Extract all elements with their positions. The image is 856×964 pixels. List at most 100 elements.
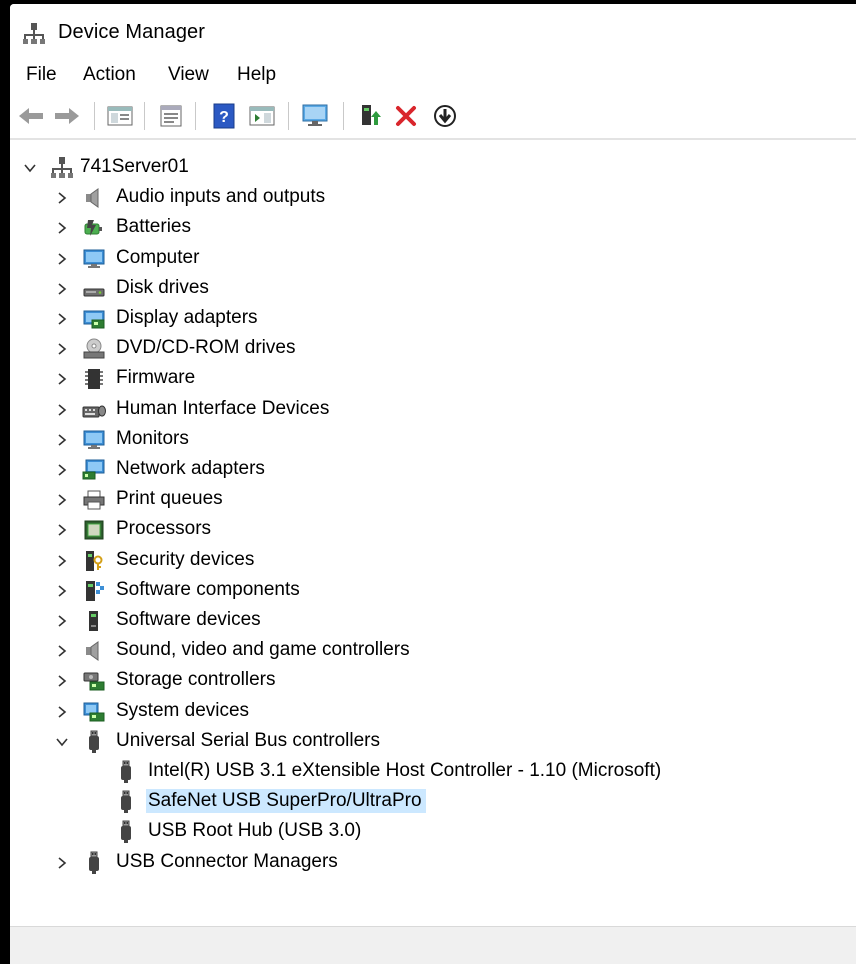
chevron-right-icon (58, 373, 67, 386)
menu-view[interactable]: View (168, 62, 209, 88)
expand-toggle[interactable] (54, 281, 70, 297)
chevron-right-icon (58, 585, 67, 597)
forward-button[interactable] (52, 101, 82, 131)
expand-toggle[interactable] (54, 492, 70, 508)
tree-category[interactable]: Print queues (10, 486, 856, 514)
tree-item-label: Firmware (116, 367, 196, 389)
tree-category[interactable]: Storage controllers (10, 667, 856, 695)
expand-toggle[interactable] (54, 251, 70, 267)
chevron-right-icon (58, 313, 67, 325)
tree-category[interactable]: Audio inputs and outputs (10, 184, 856, 212)
help-icon: ? (213, 103, 235, 129)
tree-device[interactable]: SafeNet USB SuperPro/UltraPro (10, 788, 856, 816)
tree-category[interactable]: Monitors (10, 426, 856, 454)
expand-toggle[interactable] (54, 462, 70, 478)
tree-item-label: DVD/CD-ROM drives (116, 337, 296, 359)
tree-category[interactable]: Human Interface Devices (10, 396, 856, 424)
tree-root[interactable]: 741Server01 (10, 154, 856, 182)
tree-item-label: Software devices (116, 609, 261, 630)
tree-item-label: SafeNet USB SuperPro/UltraPro (146, 789, 426, 814)
usb-icon (89, 730, 99, 753)
expand-toggle[interactable] (22, 160, 38, 176)
tree-device[interactable]: USB Root Hub (USB 3.0) (10, 818, 856, 846)
monitor-icon (82, 428, 106, 452)
scan-hardware-icon (302, 104, 328, 126)
tree-item-label: Human Interface Devices (116, 397, 330, 419)
processor-icon (82, 518, 106, 542)
expand-toggle[interactable] (54, 643, 70, 659)
toolbar-separator (94, 102, 95, 130)
expand-toggle[interactable] (54, 190, 70, 206)
expand-toggle[interactable] (54, 341, 70, 357)
expand-toggle[interactable] (54, 704, 70, 720)
menu-action[interactable]: Action (83, 62, 136, 88)
enable-device-button[interactable] (430, 101, 460, 131)
uninstall-device-button[interactable] (391, 101, 421, 131)
usb-icon (82, 730, 106, 754)
action-pane-icon (249, 106, 275, 126)
help-button[interactable]: ? (209, 101, 239, 131)
window-title: Device Manager (58, 21, 206, 43)
tree-category[interactable]: Processors (10, 516, 856, 544)
usb-icon (121, 790, 131, 814)
expand-toggle[interactable] (54, 673, 70, 689)
expand-toggle[interactable] (54, 855, 70, 871)
toolbar-separator (144, 102, 145, 130)
menu-file[interactable]: File (26, 62, 57, 88)
expand-toggle[interactable] (54, 432, 70, 448)
security-device-icon (82, 549, 106, 573)
tree-category[interactable]: Computer (10, 245, 856, 273)
software-component-icon (86, 580, 104, 601)
back-icon (19, 108, 43, 124)
speaker-icon (86, 188, 99, 209)
expand-toggle[interactable] (54, 220, 70, 236)
system-device-icon (82, 700, 106, 724)
tree-category[interactable]: Disk drives (10, 275, 856, 303)
tree-category[interactable]: Universal Serial Bus controllers (10, 728, 856, 756)
chevron-right-icon (58, 856, 67, 869)
usb-icon (89, 851, 99, 874)
tree-category[interactable]: DVD/CD-ROM drives (10, 335, 856, 363)
show-hide-console-tree-button[interactable] (105, 101, 135, 131)
expand-toggle[interactable] (54, 522, 70, 538)
menu-bar: File Action View Help (10, 62, 856, 92)
properties-icon (160, 105, 182, 127)
tree-item-label: Monitors (116, 427, 189, 449)
tree-category[interactable]: Batteries (10, 214, 856, 242)
expand-toggle[interactable] (54, 402, 70, 418)
tree-category[interactable]: Software devices (10, 607, 856, 635)
scan-hardware-button[interactable] (300, 101, 330, 131)
hid-icon (82, 405, 106, 418)
expand-toggle[interactable] (54, 311, 70, 327)
expand-toggle[interactable] (54, 613, 70, 629)
menu-help[interactable]: Help (237, 62, 276, 88)
software-device-icon (82, 609, 106, 633)
enable-device-icon (434, 105, 456, 127)
tree-category[interactable]: USB Connector Managers (10, 849, 856, 877)
tree-category[interactable]: Display adapters (10, 305, 856, 333)
properties-button[interactable] (156, 101, 186, 131)
chevron-right-icon (58, 283, 67, 295)
computer-icon (82, 247, 106, 271)
update-driver-button[interactable] (355, 101, 385, 131)
tree-category[interactable]: Software components (10, 577, 856, 605)
computer-icon (83, 249, 105, 268)
display-adapter-icon (82, 307, 106, 331)
tree-category[interactable]: Sound, video and game controllers (10, 637, 856, 665)
back-button[interactable] (16, 101, 46, 131)
expand-toggle[interactable] (54, 371, 70, 387)
tree-category[interactable]: Security devices (10, 547, 856, 575)
chevron-right-icon (58, 252, 67, 265)
chevron-right-icon (58, 524, 67, 537)
tree-item-label: 741Server01 (80, 156, 189, 177)
tree-category[interactable]: System devices (10, 698, 856, 726)
expand-toggle[interactable] (54, 583, 70, 599)
tree-category[interactable]: Firmware (10, 365, 856, 393)
tree-device[interactable]: Intel(R) USB 3.1 eXtensible Host Control… (10, 758, 856, 786)
expand-toggle[interactable] (54, 553, 70, 569)
printer-icon (83, 490, 105, 510)
tree-category[interactable]: Network adapters (10, 456, 856, 484)
expand-toggle[interactable] (54, 734, 70, 750)
action-pane-button[interactable] (247, 101, 277, 131)
monitor-icon (83, 430, 105, 449)
